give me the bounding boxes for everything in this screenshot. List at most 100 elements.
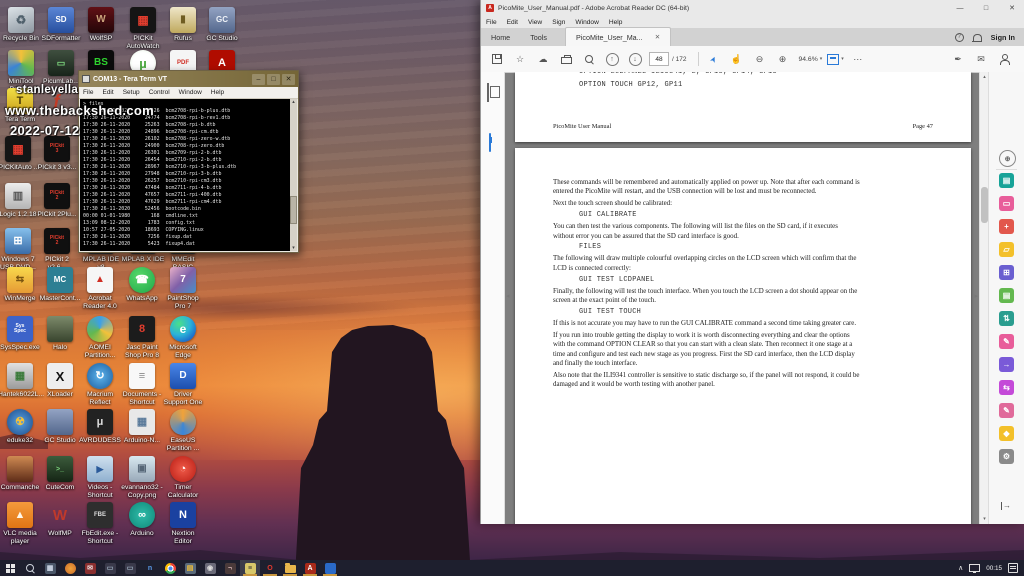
menu-item-view[interactable]: View: [528, 19, 542, 26]
desktop-icon-fbedit[interactable]: FBEFbEdit.exe - Shortcut: [78, 502, 122, 545]
zoom-out-button[interactable]: ⊖: [750, 50, 768, 68]
fill-sign-pen-button[interactable]: ✒: [949, 50, 967, 68]
desktop-icon-easeus-partition[interactable]: EaseUS Partition ...: [161, 409, 205, 452]
menu-item-file[interactable]: File: [486, 19, 497, 26]
maximize-button[interactable]: □: [267, 74, 280, 85]
desktop-icon-wolfsp[interactable]: WWolfSP: [79, 7, 123, 43]
tab-home[interactable]: Home: [481, 28, 520, 46]
desktop-icon-picumlab[interactable]: ▭PicumLab...: [39, 50, 83, 86]
dark-app[interactable]: ¬: [220, 560, 240, 576]
desktop-icon-timer-calculator[interactable]: ◔Timer Calculator: [161, 456, 205, 499]
tray-chevron-icon[interactable]: ∧: [958, 564, 963, 572]
zoom-in-button[interactable]: ⊕: [773, 50, 791, 68]
select-tool-button[interactable]: ➤: [704, 50, 722, 68]
desktop-icon-hantek6022l[interactable]: ▦Hantek6022L...: [0, 363, 42, 399]
desktop-icon-logic[interactable]: ▥Logic 1.2.18: [0, 183, 40, 219]
desktop-icon-evannano32-copy[interactable]: ▣evannano32 - Copy.png: [120, 456, 164, 499]
scroll-down-icon[interactable]: ▾: [292, 245, 295, 251]
edit-pdf-icon[interactable]: ▭: [999, 196, 1014, 211]
help-icon[interactable]: ?: [955, 33, 964, 42]
minimize-button[interactable]: —: [947, 0, 973, 16]
attachments-button[interactable]: [489, 134, 491, 152]
desktop-icon-vlc[interactable]: ▲VLC media player: [0, 502, 42, 545]
desktop-icon-arduino-n[interactable]: ▦Arduino-N...: [120, 409, 164, 445]
photos-app[interactable]: [60, 560, 80, 576]
tera-term-titlebar[interactable]: COM13 - Tera Term VT – □ ✕: [79, 71, 298, 87]
menu-item-setup[interactable]: Setup: [123, 89, 140, 96]
desktop-icon-pickit2plus[interactable]: PICkit 2PICkit 2Plu...: [35, 183, 79, 219]
desktop-icon-jasc-paintshop-8[interactable]: 8Jasc Paint Shop Pro 8: [120, 316, 164, 359]
start-button[interactable]: [0, 560, 20, 576]
camera-app[interactable]: ◉: [200, 560, 220, 576]
document-area[interactable]: OPTION LCDPANEL ILI9341, L, GP13, GP14, …: [505, 72, 980, 524]
acrobat-window[interactable]: A PicoMite_User_Manual.pdf - Adobe Acrob…: [480, 0, 1024, 524]
menu-item-sign[interactable]: Sign: [552, 19, 565, 26]
favorite-star-button[interactable]: ☆: [511, 50, 529, 68]
desktop-icon-nextion-editor[interactable]: NNextion Editor: [161, 502, 205, 545]
terminal-screen[interactable]: > files17:30 26-11-2020 25426 bcm2708-rp…: [80, 99, 297, 251]
opera[interactable]: O: [260, 560, 280, 576]
desktop-icon-paintshop-pro-7[interactable]: 7PaintShop Pro 7: [161, 267, 205, 310]
account-button[interactable]: [995, 50, 1013, 68]
tera-term-task[interactable]: ≡: [240, 560, 260, 576]
clock[interactable]: 00:15: [986, 565, 1002, 572]
comment-icon[interactable]: ▱: [999, 242, 1014, 257]
page-display-caret[interactable]: ▾: [841, 56, 844, 62]
monitor-app-1[interactable]: ▭: [100, 560, 120, 576]
desktop-icon-halo[interactable]: Halo: [38, 316, 82, 352]
desktop-icon-cutecom[interactable]: >_CuteCom: [38, 456, 82, 492]
tab-close-icon[interactable]: ✕: [655, 33, 660, 41]
print-button[interactable]: [557, 50, 575, 68]
file-explorer[interactable]: [280, 560, 300, 576]
desktop-icon-whatsapp[interactable]: ☎WhatsApp: [120, 267, 164, 303]
collapse-right-panel-handle[interactable]: ▸: [974, 292, 978, 300]
desktop-icon-macrium-reflect[interactable]: ↻Macrium Reflect: [78, 363, 122, 406]
acrobat-task[interactable]: A: [300, 560, 320, 576]
desktop-icon-windows7-usb-dvd[interactable]: ⊞Windows 7 USB DVD...: [0, 228, 40, 271]
desktop-icon-avrdudess[interactable]: μAVRDUDESS: [78, 409, 122, 445]
maximize-button[interactable]: □: [973, 0, 999, 16]
page-thumbnails-button[interactable]: [487, 84, 489, 102]
scroll-up-icon[interactable]: ▴: [292, 99, 295, 105]
create-pdf-icon[interactable]: +: [999, 219, 1014, 234]
stamp-tool-icon[interactable]: ◆: [999, 426, 1014, 441]
menu-item-edit[interactable]: Edit: [102, 89, 113, 96]
desktop-icon-recycle-bin[interactable]: ♻Recycle Bin: [0, 7, 43, 43]
desktop-icon-eduke32[interactable]: ☢eduke32: [0, 409, 42, 445]
search-tool-icon[interactable]: ⊕: [999, 150, 1016, 167]
n-browser[interactable]: n: [140, 560, 160, 576]
this-pc[interactable]: ▤: [180, 560, 200, 576]
minimize-button[interactable]: –: [252, 74, 265, 85]
desktop-icon-gc-studio[interactable]: GCGC Studio: [200, 7, 244, 43]
previous-page-button[interactable]: ↑: [603, 50, 621, 68]
close-button[interactable]: ✕: [282, 74, 295, 85]
tab-document[interactable]: PicoMite_User_Ma... ✕: [565, 27, 671, 46]
zoom-dropdown-caret[interactable]: ▾: [820, 56, 823, 62]
more-tools-icon[interactable]: ⚙: [999, 449, 1014, 464]
page-number-input[interactable]: [649, 52, 669, 66]
chrome[interactable]: [160, 560, 180, 576]
desktop-icon-pickit-autowatch[interactable]: ▦PICKit AutoWatch: [121, 7, 165, 50]
desktop-icon-driver-support-one[interactable]: DDriver Support One: [161, 363, 205, 406]
tera-term-window[interactable]: COM13 - Tera Term VT – □ ✕ File Edit Setup…: [78, 70, 299, 253]
task-view[interactable]: ▦: [40, 560, 60, 576]
expand-tools-panel-icon[interactable]: →: [1001, 502, 1011, 510]
tab-tools[interactable]: Tools: [520, 28, 557, 46]
page-display-icon[interactable]: [827, 54, 839, 65]
search-button[interactable]: [580, 50, 598, 68]
desktop-icon-arduino[interactable]: ∞Arduino: [120, 502, 164, 538]
menu-item-file[interactable]: File: [83, 89, 93, 96]
combine-files-icon[interactable]: ⊞: [999, 265, 1014, 280]
desktop-icon-mastercontrol[interactable]: MCMasterCont...: [38, 267, 82, 303]
desktop-icon-pickitauto[interactable]: ▦PICKitAuto ..: [0, 136, 40, 172]
blue-app[interactable]: [320, 560, 340, 576]
desktop-icon-rufus[interactable]: ▮Rufus: [161, 7, 205, 43]
desktop-icon-sysspec[interactable]: Sys SpecSysSpec.exe: [0, 316, 42, 352]
save-button[interactable]: [488, 50, 506, 68]
desktop-icon-microsoft-edge[interactable]: eMicrosoft Edge: [161, 316, 205, 359]
menu-item-help[interactable]: Help: [609, 19, 623, 26]
terminal-scrollbar[interactable]: ▴ ▾: [290, 99, 297, 251]
menu-item-edit[interactable]: Edit: [507, 19, 518, 26]
search-button[interactable]: [20, 560, 40, 576]
sign-tool-icon[interactable]: ✎: [999, 403, 1014, 418]
